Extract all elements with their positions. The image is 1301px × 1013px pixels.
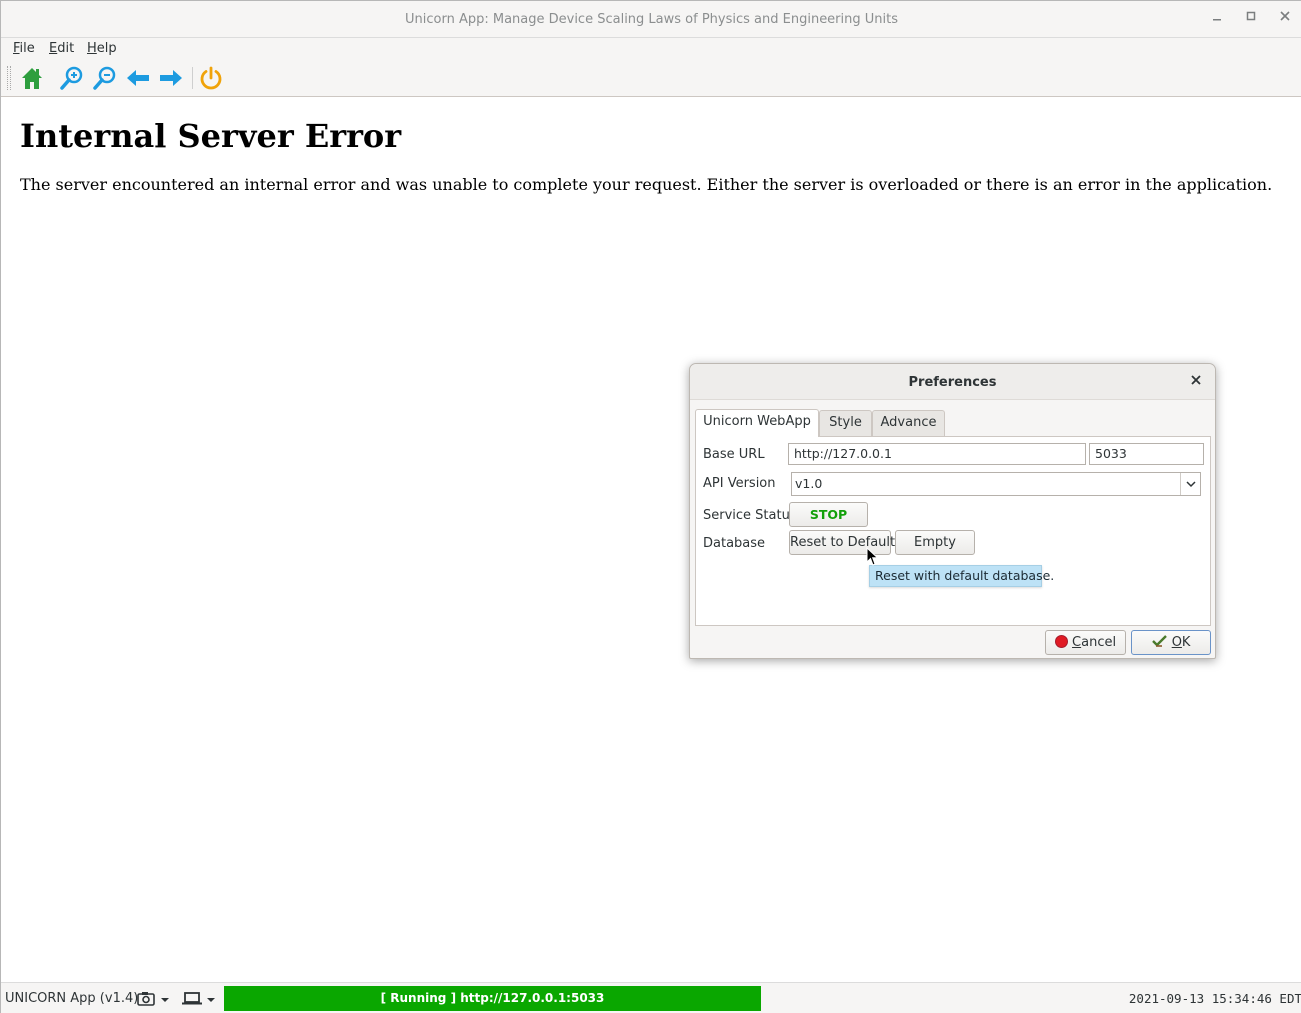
maximize-icon bbox=[1246, 11, 1256, 21]
cancel-button[interactable]: Cancel bbox=[1045, 630, 1126, 655]
base-url-input[interactable]: http://127.0.0.1 bbox=[788, 443, 1086, 465]
menu-edit-label: dit bbox=[57, 41, 75, 56]
dialog-close-button[interactable] bbox=[1187, 373, 1205, 391]
empty-database-button[interactable]: Empty bbox=[895, 530, 975, 555]
close-icon bbox=[1280, 11, 1290, 21]
display-menu-button[interactable] bbox=[182, 990, 220, 1008]
service-status-label: Service Status bbox=[703, 508, 797, 523]
check-icon bbox=[1151, 635, 1167, 647]
dialog-header: Preferences bbox=[690, 364, 1215, 400]
api-version-value: v1.0 bbox=[795, 476, 823, 491]
zoom-out-icon bbox=[93, 66, 116, 90]
page-heading: Internal Server Error bbox=[20, 117, 402, 155]
camera-icon bbox=[137, 992, 169, 1006]
close-window-button[interactable] bbox=[1274, 9, 1296, 29]
forward-button[interactable] bbox=[158, 65, 184, 91]
cancel-label: ancel bbox=[1081, 635, 1117, 650]
chevron-down-icon[interactable] bbox=[1180, 473, 1200, 495]
laptop-icon bbox=[182, 992, 215, 1005]
status-timestamp: 2021-09-13 15:34:46 EDT bbox=[1128, 991, 1301, 1006]
cancel-mnemonic: C bbox=[1072, 635, 1082, 650]
menu-file-label: ile bbox=[19, 41, 35, 56]
close-icon bbox=[1191, 375, 1201, 385]
menu-bar: File Edit Help bbox=[1, 38, 1301, 59]
stop-service-button[interactable]: STOP bbox=[789, 502, 868, 527]
status-bar: UNICORN App (v1.4) [ Running ] http://12… bbox=[1, 982, 1301, 1013]
back-button[interactable] bbox=[125, 65, 151, 91]
api-version-label: API Version bbox=[703, 476, 776, 491]
zoom-out-button[interactable] bbox=[92, 65, 118, 91]
tab-style[interactable]: Style bbox=[819, 410, 872, 436]
home-icon bbox=[22, 68, 42, 89]
menu-edit-mnemonic: E bbox=[49, 41, 58, 56]
base-url-label: Base URL bbox=[703, 447, 765, 462]
tab-unicorn-webapp[interactable]: Unicorn WebApp bbox=[695, 409, 819, 437]
error-message: The server encountered an internal error… bbox=[20, 175, 1273, 194]
screenshot-menu-button[interactable] bbox=[137, 990, 175, 1008]
menu-help-label: elp bbox=[96, 41, 117, 56]
power-button[interactable] bbox=[198, 65, 224, 91]
preferences-dialog: Preferences Unicorn WebApp Style Advance… bbox=[689, 363, 1216, 659]
title-bar: Unicorn App: Manage Device Scaling Laws … bbox=[1, 1, 1301, 38]
menu-file[interactable]: File bbox=[13, 41, 35, 56]
home-button[interactable] bbox=[19, 65, 45, 91]
zoom-in-button[interactable] bbox=[59, 65, 85, 91]
toolbar-grip[interactable] bbox=[7, 66, 11, 90]
minimize-icon bbox=[1213, 19, 1221, 21]
toolbar-separator bbox=[192, 67, 193, 89]
menu-edit[interactable]: Edit bbox=[49, 41, 74, 56]
arrow-right-icon bbox=[160, 70, 182, 86]
window-title: Unicorn App: Manage Device Scaling Laws … bbox=[404, 12, 899, 27]
server-status-indicator: [ Running ] http://127.0.0.1:5033 bbox=[224, 986, 761, 1011]
menu-help[interactable]: Help bbox=[87, 41, 117, 56]
ok-label: K bbox=[1181, 635, 1191, 650]
database-label: Database bbox=[703, 536, 766, 551]
arrow-left-icon bbox=[127, 70, 149, 86]
mouse-pointer-icon bbox=[866, 547, 879, 566]
ok-button[interactable]: OK bbox=[1131, 630, 1211, 655]
power-icon bbox=[200, 66, 222, 90]
tab-advance[interactable]: Advance bbox=[872, 410, 945, 436]
api-version-select[interactable]: v1.0 bbox=[791, 472, 1201, 496]
maximize-button[interactable] bbox=[1240, 9, 1262, 29]
minimize-button[interactable] bbox=[1206, 9, 1228, 29]
dialog-title: Preferences bbox=[908, 375, 997, 390]
reset-tooltip: Reset with default database. bbox=[869, 565, 1054, 587]
toolbar bbox=[1, 59, 1301, 97]
menu-help-mnemonic: H bbox=[87, 41, 97, 56]
app-version-label: UNICORN App (v1.4) bbox=[5, 991, 139, 1006]
port-input[interactable]: 5033 bbox=[1089, 443, 1204, 465]
zoom-in-icon bbox=[60, 66, 83, 90]
ok-mnemonic: O bbox=[1171, 635, 1182, 650]
stop-circle-icon bbox=[1054, 635, 1068, 648]
